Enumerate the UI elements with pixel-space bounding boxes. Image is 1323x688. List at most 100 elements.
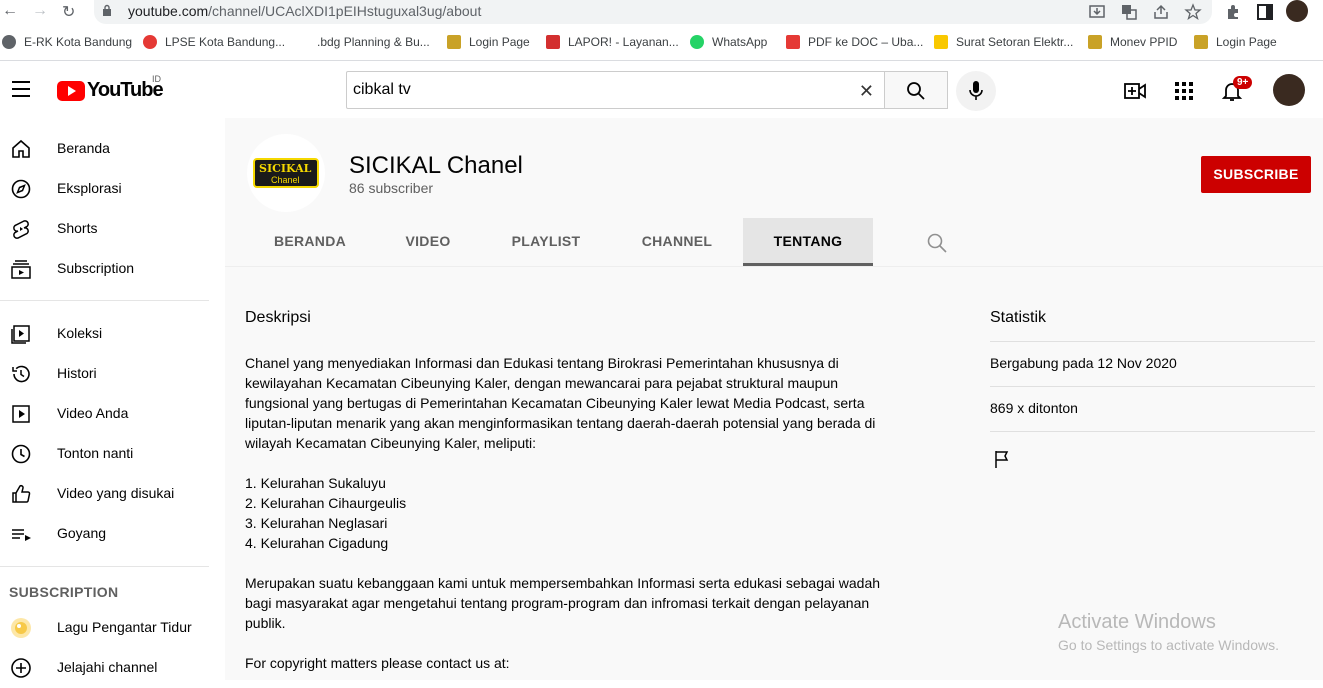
about-section: Deskripsi Chanel yang menyediakan Inform… [225, 266, 1323, 680]
sidebar-item-histori[interactable]: Histori [0, 354, 225, 394]
search-input[interactable]: cibkal tv ✕ [346, 71, 885, 109]
sidebar: Beranda Eksplorasi Shorts Subscription K… [0, 118, 225, 680]
clear-search-icon[interactable]: ✕ [859, 81, 874, 102]
url-text: youtube.com/channel/UCAclXDI1pEIHstuguxa… [128, 3, 482, 19]
sidebar-item-label: Subscription [57, 260, 135, 276]
notification-badge: 9+ [1233, 76, 1253, 89]
your-videos-icon [12, 405, 30, 423]
bookmark-bdg-planning[interactable]: .bdg Planning & Bu... [295, 35, 430, 49]
bookmark-erk[interactable]: E-RK Kota Bandung [2, 35, 132, 49]
youtube-logo[interactable]: YouTube ID [57, 74, 164, 102]
main-content: SICIKAL Chanel SICIKAL Chanel 86 subscri… [225, 118, 1323, 680]
subscribe-button[interactable]: SUBSCRIBE [1201, 156, 1311, 193]
bookmark-login-page[interactable]: Login Page [447, 35, 530, 49]
menu-icon[interactable] [12, 81, 30, 102]
sidebar-item-label: Histori [57, 365, 97, 381]
sidebar-divider [0, 300, 209, 301]
bookmark-login-page-2[interactable]: Login Page [1194, 35, 1277, 49]
sidebar-item-lagu-pengantar-tidur[interactable]: Lagu Pengantar Tidur [0, 608, 225, 648]
stats-title: Statistik [990, 309, 1047, 326]
profile-avatar[interactable] [1286, 0, 1308, 22]
sidebar-item-label: Koleksi [57, 325, 103, 341]
like-icon [12, 484, 31, 503]
bookmark-lapor[interactable]: LAPOR! - Layanan... [546, 35, 679, 49]
channel-header: SICIKAL Chanel SICIKAL Chanel 86 subscri… [225, 118, 1323, 266]
playlist-icon [12, 529, 31, 541]
stats-divider [990, 386, 1315, 387]
youtube-header: YouTube ID cibkal tv ✕ 9+ [0, 61, 1323, 118]
bookmark-favicon-icon [295, 35, 309, 49]
sidebar-item-label: Jelajahi channel [57, 659, 158, 675]
report-flag-icon[interactable] [992, 449, 1012, 469]
account-avatar[interactable] [1273, 74, 1305, 106]
tab-beranda[interactable]: BERANDA [245, 218, 375, 266]
sidebar-item-label: Shorts [57, 220, 98, 236]
create-video-icon[interactable] [1123, 79, 1147, 103]
share-icon[interactable] [1152, 3, 1170, 21]
reload-icon[interactable]: ↻ [62, 2, 75, 22]
forward-icon[interactable]: → [32, 2, 48, 20]
sidepanel-icon[interactable] [1256, 3, 1274, 21]
sidebar-item-jelajahi-channel[interactable]: Jelajahi channel [0, 648, 225, 688]
lock-icon [103, 4, 111, 16]
voice-search-button[interactable] [956, 71, 996, 111]
apps-icon[interactable] [1172, 79, 1196, 103]
sidebar-item-eksplorasi[interactable]: Eksplorasi [0, 169, 225, 209]
bookmark-pdf-doc[interactable]: PDF ke DOC – Uba... [786, 35, 923, 49]
sidebar-item-subscription[interactable]: Subscription [0, 249, 225, 289]
bookmark-favicon-icon [546, 35, 560, 49]
channel-logo-text: SICIKAL [259, 162, 312, 175]
bookmarks-bar: E-RK Kota Bandung LPSE Kota Bandung... .… [0, 30, 1323, 56]
sidebar-item-goyang[interactable]: Goyang [0, 514, 225, 554]
tab-playlist[interactable]: PLAYLIST [481, 218, 611, 266]
sidebar-item-label: Beranda [57, 140, 110, 156]
subscriptions-icon [11, 260, 31, 279]
bookmark-lpse[interactable]: LPSE Kota Bandung... [143, 35, 285, 49]
stats-divider [990, 341, 1315, 342]
joined-date: Bergabung pada 12 Nov 2020 [990, 355, 1177, 371]
browser-toolbar: ← → ↻ youtube.com/channel/UCAclXDI1pEIHs… [0, 0, 1323, 24]
search-button[interactable] [884, 71, 948, 109]
home-icon [12, 139, 30, 158]
search-value: cibkal tv [353, 81, 411, 98]
sidebar-item-label: Video yang disukai [57, 485, 175, 501]
windows-activation-title: Activate Windows [1058, 611, 1216, 633]
bookmark-favicon-icon [786, 35, 800, 49]
bookmark-surat-setoran[interactable]: Surat Setoran Elektr... [934, 35, 1073, 49]
install-icon[interactable] [1088, 3, 1106, 21]
bookmark-monev-ppid[interactable]: Monev PPID [1088, 35, 1177, 49]
youtube-play-icon [57, 80, 85, 101]
sidebar-item-shorts[interactable]: Shorts [0, 209, 225, 249]
subscriber-count: 86 subscriber [349, 180, 434, 196]
description-title: Deskripsi [245, 309, 311, 326]
sidebar-item-tonton-nanti[interactable]: Tonton nanti [0, 434, 225, 474]
sidebar-item-video-disukai[interactable]: Video yang disukai [0, 474, 225, 514]
search-icon [907, 82, 925, 100]
star-icon[interactable] [1184, 3, 1202, 21]
tab-channel[interactable]: CHANNEL [611, 218, 743, 266]
extensions-icon[interactable] [1224, 3, 1242, 21]
tab-video[interactable]: VIDEO [375, 218, 481, 266]
description-text: Chanel yang menyediakan Informasi dan Ed… [245, 355, 881, 671]
sidebar-item-label: Lagu Pengantar Tidur [57, 619, 192, 635]
history-icon [12, 365, 30, 383]
subscription-heading: SUBSCRIPTION [9, 584, 119, 600]
tab-tentang[interactable]: TENTANG [743, 218, 873, 266]
library-icon [11, 325, 30, 344]
sidebar-item-label: Video Anda [57, 405, 129, 421]
bookmark-favicon-icon [143, 35, 157, 49]
bookmark-whatsapp[interactable]: WhatsApp [690, 35, 767, 49]
channel-avatar[interactable]: SICIKAL Chanel [247, 134, 325, 212]
sidebar-item-beranda[interactable]: Beranda [0, 129, 225, 169]
back-icon[interactable]: ← [2, 2, 18, 20]
address-bar[interactable]: youtube.com/channel/UCAclXDI1pEIHstuguxa… [94, 0, 1212, 24]
translate-icon[interactable] [1120, 3, 1138, 21]
channel-search-icon[interactable] [926, 232, 948, 254]
country-code: ID [152, 74, 161, 84]
sidebar-item-koleksi[interactable]: Koleksi [0, 314, 225, 354]
sidebar-item-label: Tonton nanti [57, 445, 134, 461]
view-count: 869 x ditonton [990, 400, 1078, 416]
shorts-icon [13, 220, 29, 239]
sidebar-item-video-anda[interactable]: Video Anda [0, 394, 225, 434]
watch-later-icon [11, 444, 31, 464]
